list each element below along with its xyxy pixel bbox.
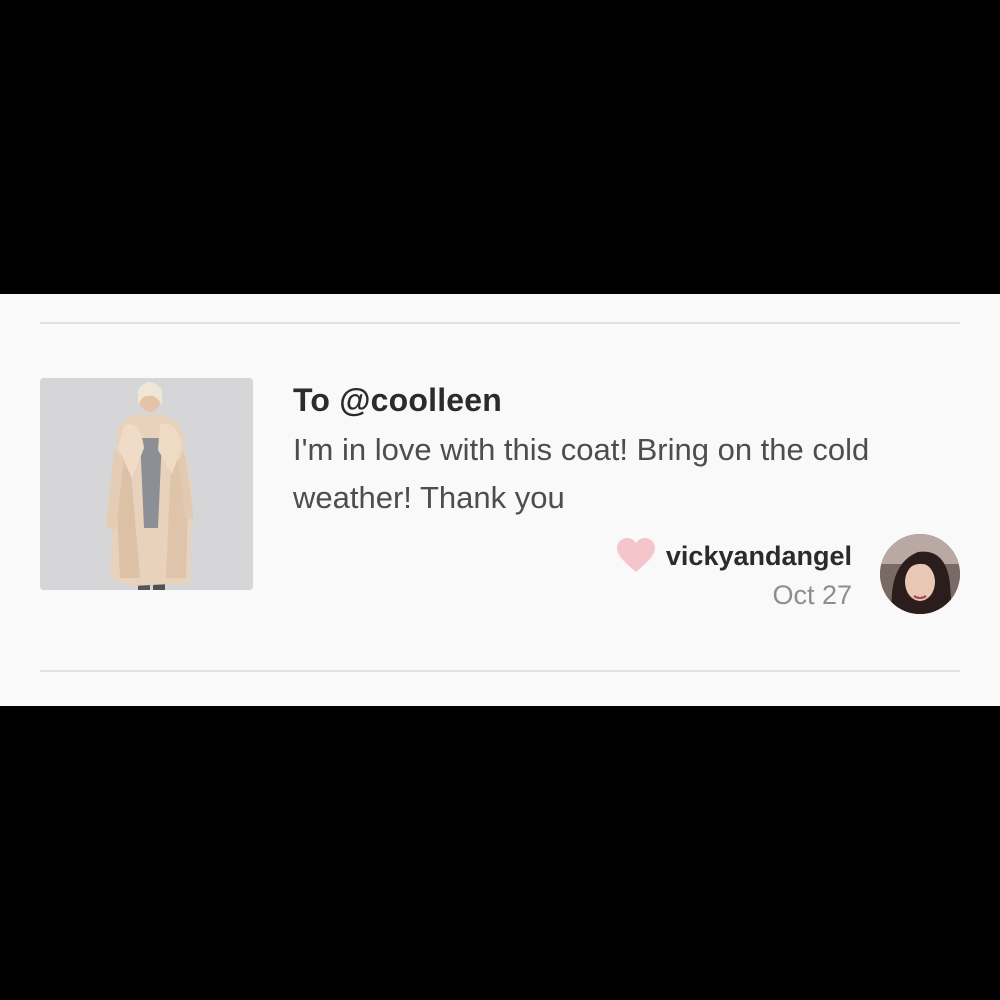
coat-photo (40, 378, 253, 590)
review-card: To @coolleen I'm in love with this coat!… (0, 294, 1000, 706)
review-content: To @coolleen I'm in love with this coat!… (293, 380, 913, 522)
author-row: vickyandangel (616, 534, 852, 578)
author-avatar[interactable] (880, 534, 960, 614)
top-divider (40, 322, 960, 324)
review-message: I'm in love with this coat! Bring on the… (293, 432, 870, 515)
screen: To @coolleen I'm in love with this coat!… (0, 0, 1000, 1000)
bottom-divider (40, 670, 960, 672)
author-name[interactable]: vickyandangel (666, 541, 852, 572)
product-image[interactable] (40, 378, 253, 590)
avatar-photo (880, 534, 960, 614)
heart-icon[interactable] (616, 538, 656, 574)
review-date: Oct 27 (772, 580, 852, 610)
recipient-label[interactable]: To @coolleen (293, 380, 913, 420)
